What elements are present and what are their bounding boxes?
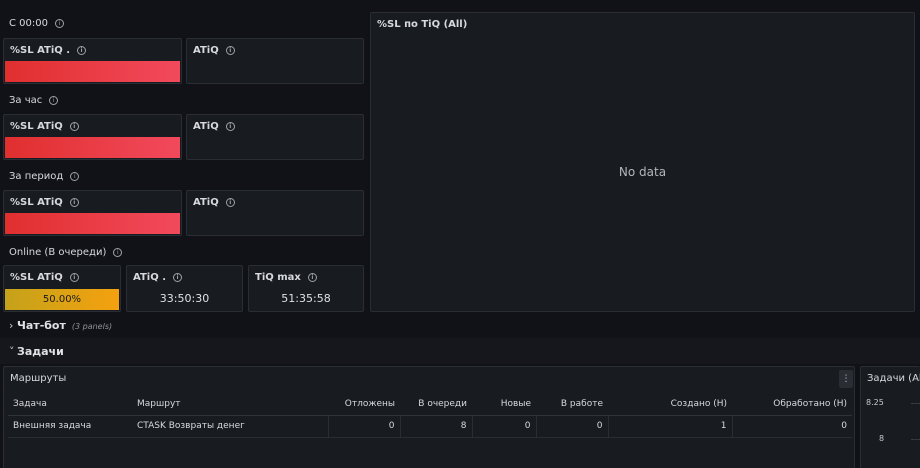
panel-tiq-max-online[interactable]: TiQ max i 51:35:58 (248, 265, 364, 312)
panel-title: ATiQ .i (133, 272, 182, 283)
row-header-tasks[interactable]: ˅ Задачи (9, 345, 64, 358)
column-header-in-queue[interactable]: В очереди (400, 393, 472, 416)
panel-tasks-chart[interactable]: Задачи (All) 8.25 8 (860, 366, 920, 468)
info-icon[interactable]: i (225, 45, 235, 55)
grid-line (911, 439, 920, 440)
y-tick-label: 8.25 (866, 398, 884, 407)
panels-count: (3 panels) (71, 322, 113, 331)
panel-atiq-online[interactable]: ATiQ .i 33:50:30 (126, 265, 243, 312)
info-icon[interactable]: i (54, 18, 64, 28)
group-label-since-midnight: С 00:00 i (9, 18, 64, 29)
panel-menu-icon[interactable]: ⋮ (839, 370, 853, 388)
column-header-in-progress[interactable]: В работе (536, 393, 608, 416)
panel-atiq-since-midnight[interactable]: ATiQ i (186, 38, 364, 84)
no-data-message: No data (618, 165, 667, 179)
sl-gauge-bar (5, 137, 180, 158)
table-row[interactable]: Внешняя задача CTASK Возвраты денег 0 8 … (8, 415, 852, 438)
column-header-created[interactable]: Создано (Н) (608, 393, 732, 416)
table-cell: 0 (731, 415, 852, 438)
info-icon[interactable]: i (77, 45, 87, 55)
group-label-text: С 00:00 (9, 18, 48, 29)
table-header-row: Задача Маршрут Отложены В очереди Новые … (8, 393, 852, 416)
group-label-per-period: За период i (9, 171, 80, 182)
column-header-processed[interactable]: Обработано (Н) (732, 393, 852, 416)
panel-atiq-per-hour[interactable]: ATiQ i (186, 114, 364, 160)
group-label-text: За час (9, 95, 43, 106)
row-header-chatbot[interactable]: › Чат-бот (3 panels) (9, 319, 112, 332)
sl-gauge-bar-online: 50.00% (5, 289, 119, 310)
stat-value: 33:50:30 (159, 292, 210, 305)
group-label-online: Online (В очереди) i (9, 247, 123, 258)
info-icon[interactable]: i (307, 272, 317, 282)
column-header-task[interactable]: Задача (8, 393, 132, 416)
panel-sl-atiq-per-period[interactable]: %SL ATiQ i (3, 190, 182, 236)
row-title: Задачи (17, 345, 64, 358)
table-cell: 0 (535, 415, 608, 438)
table-cell: 0 (327, 415, 400, 438)
panel-sl-atiq-online[interactable]: %SL ATiQ i 50.00% (3, 265, 121, 312)
table-cell: Внешняя задача (8, 415, 132, 438)
info-icon[interactable]: i (49, 95, 59, 105)
row-band-tasks (0, 338, 920, 364)
panel-title: TiQ max i (255, 272, 317, 283)
top-header-strip (0, 0, 920, 6)
group-label-text: За период (9, 171, 64, 182)
panel-atiq-per-period[interactable]: ATiQ i (186, 190, 364, 236)
sl-gauge-bar (5, 61, 180, 82)
y-tick-label: 8 (879, 434, 885, 443)
sl-gauge-bar (5, 213, 180, 234)
chevron-down-icon: ˅ (9, 345, 15, 358)
group-label-per-hour: За час i (9, 95, 59, 106)
table-cell: 0 (471, 415, 536, 438)
column-header-route[interactable]: Маршрут (132, 393, 328, 416)
routes-table: Задача Маршрут Отложены В очереди Новые … (8, 393, 852, 438)
panel-title: %SL ATiQ i (10, 121, 79, 132)
info-icon[interactable]: i (69, 121, 79, 131)
group-label-text: Online (В очереди) (9, 247, 107, 258)
panel-sl-by-tiq-chart[interactable]: %SL по TiQ (All) No data (370, 12, 915, 312)
chevron-right-icon: › (9, 319, 14, 332)
info-icon[interactable]: i (173, 272, 182, 282)
panel-sl-atiq-per-hour[interactable]: %SL ATiQ i (3, 114, 182, 160)
info-icon[interactable]: i (69, 272, 79, 282)
info-icon[interactable]: i (69, 197, 79, 207)
panel-title: Маршруты (10, 373, 67, 384)
info-icon[interactable]: i (225, 121, 235, 131)
table-cell: CTASK Возвраты денег (132, 415, 328, 438)
grid-line (911, 403, 920, 404)
table-cell: 8 (399, 415, 472, 438)
panel-title: %SL ATiQ .i (10, 45, 87, 56)
panel-title: Задачи (All) (867, 373, 920, 384)
panel-title: %SL по TiQ (All) (377, 19, 468, 30)
info-icon[interactable]: i (113, 247, 123, 257)
stat-value: 51:35:58 (281, 292, 331, 305)
panel-title: ATiQ i (193, 197, 235, 208)
table-cell: 1 (607, 415, 732, 438)
panel-title: %SL ATiQ i (10, 197, 79, 208)
info-icon[interactable]: i (70, 171, 80, 181)
panel-sl-atiq-since-midnight[interactable]: %SL ATiQ .i (3, 38, 182, 84)
info-icon[interactable]: i (225, 197, 235, 207)
panel-title: %SL ATiQ i (10, 272, 79, 283)
column-header-deferred[interactable]: Отложены (328, 393, 400, 416)
panel-routes-table[interactable]: Маршруты ⋮ Задача Маршрут Отложены В оче… (3, 366, 855, 468)
row-title: Чат-бот (17, 319, 66, 332)
column-header-new[interactable]: Новые (472, 393, 536, 416)
panel-title: ATiQ i (193, 121, 235, 132)
panel-title: ATiQ i (193, 45, 235, 56)
